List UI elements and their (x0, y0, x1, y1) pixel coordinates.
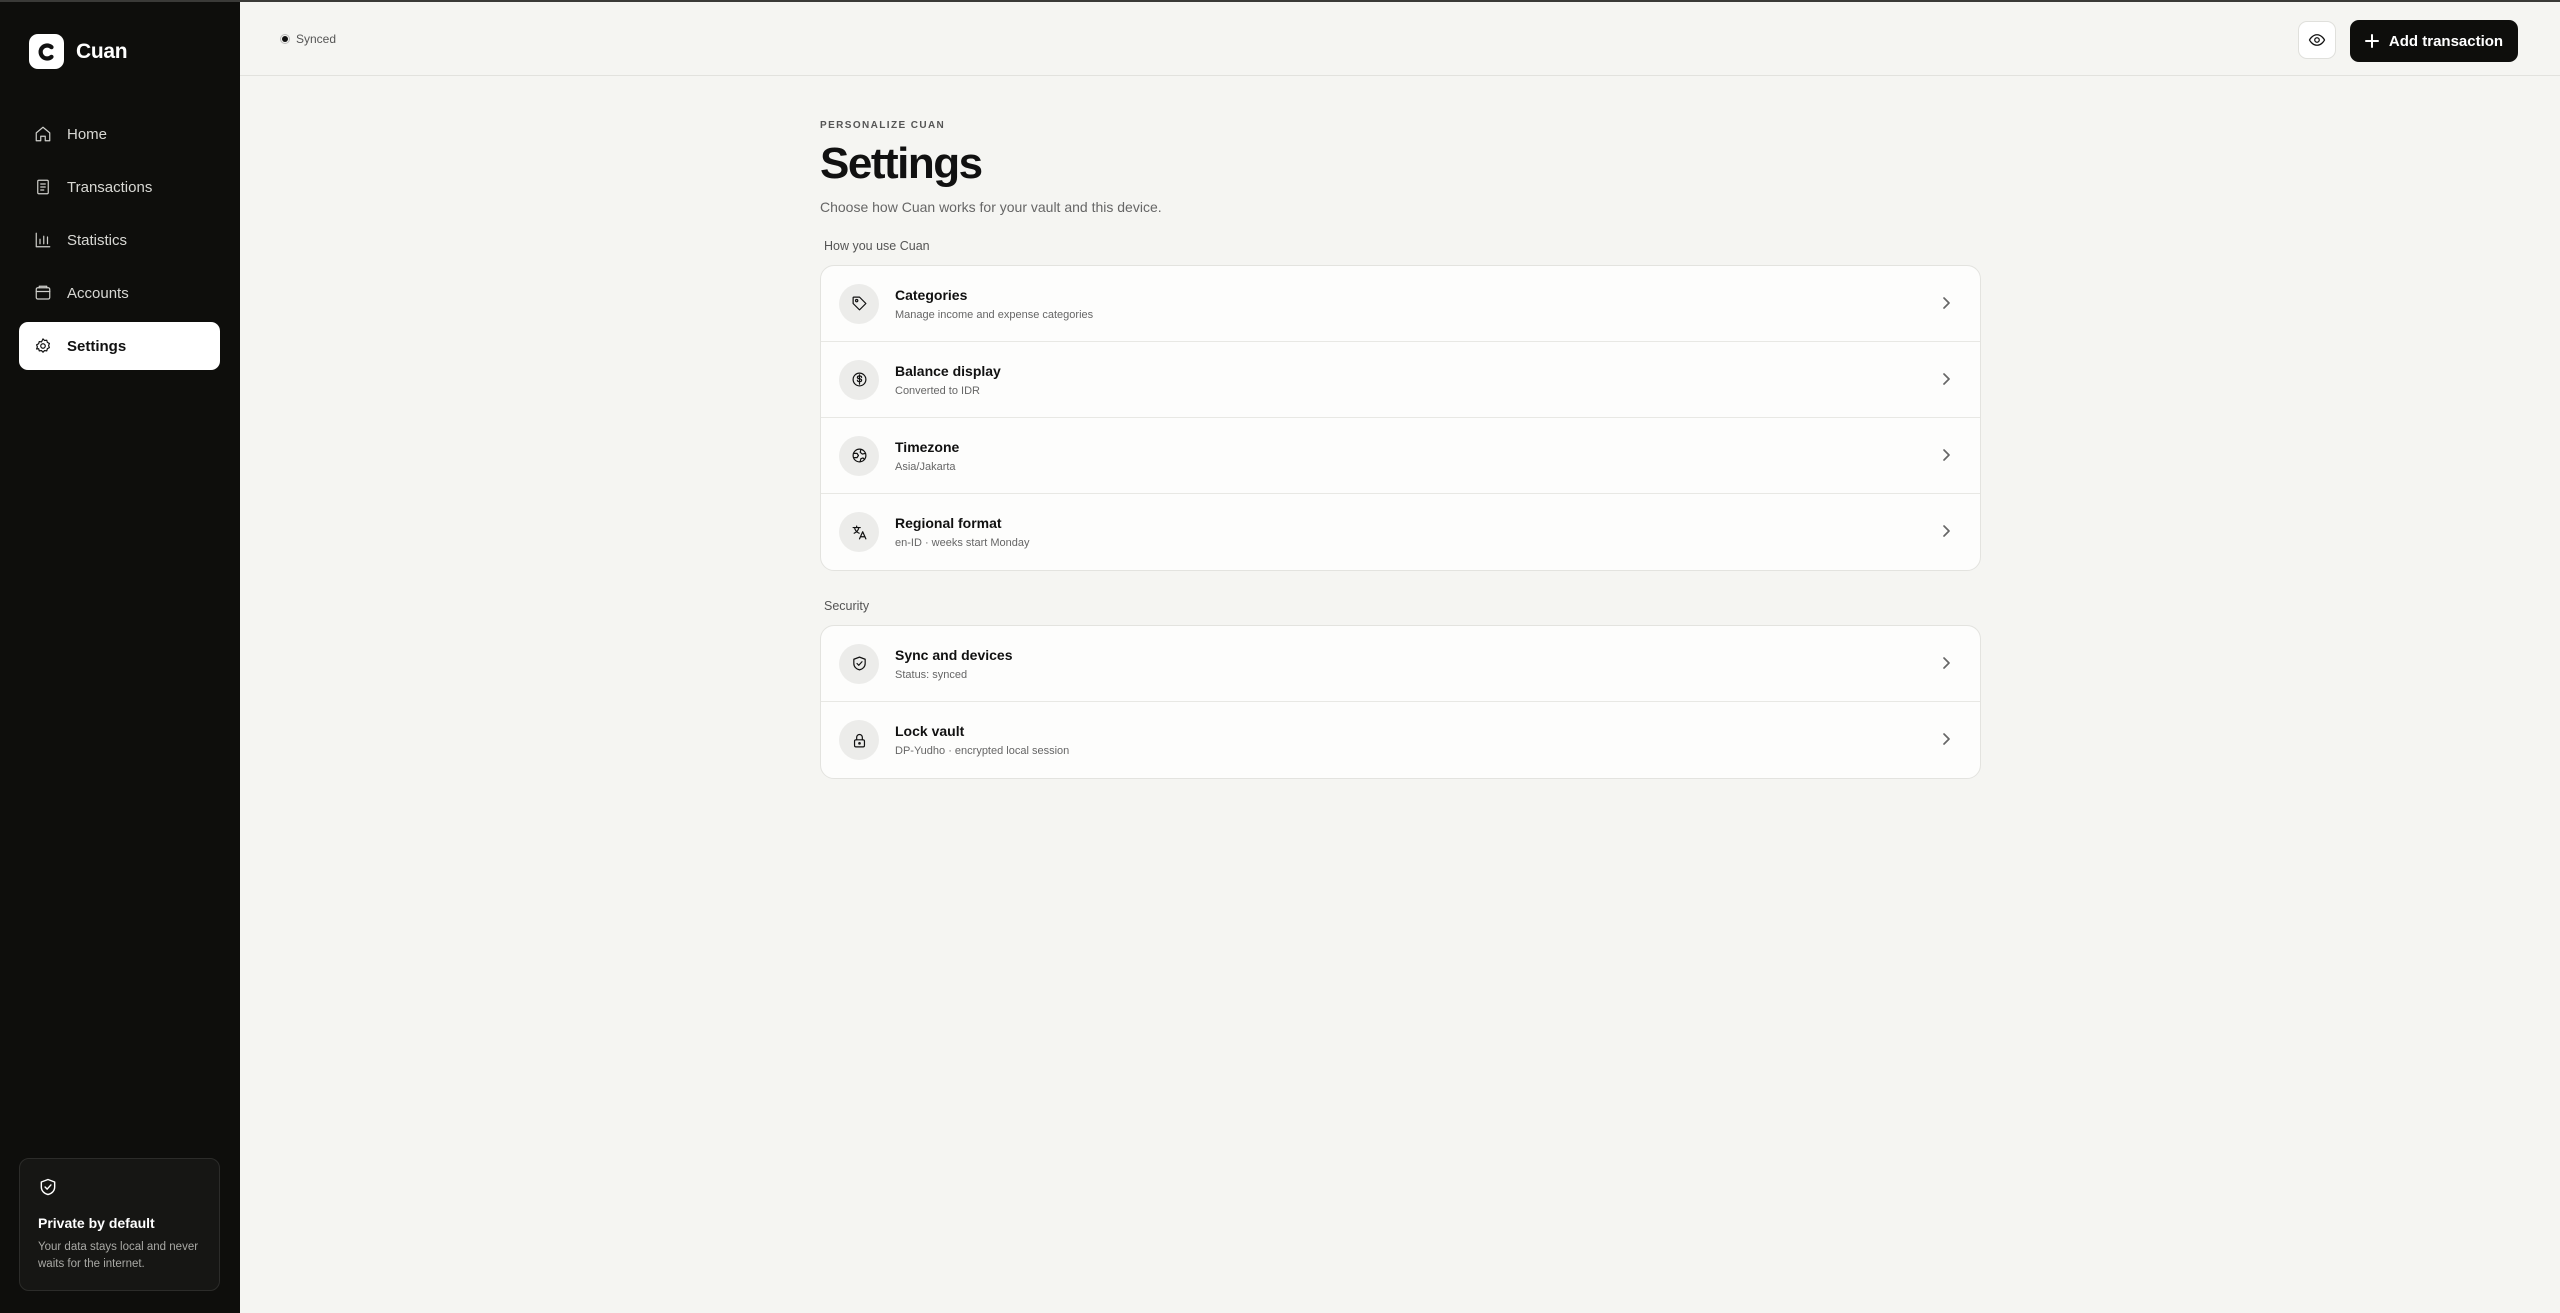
settings-card-security: Sync and devices Status: synced Lock vau… (820, 625, 1981, 779)
row-text: Lock vault DP-Yudho · encrypted local se… (895, 723, 1069, 757)
settings-row-lock-vault[interactable]: Lock vault DP-Yudho · encrypted local se… (821, 702, 1980, 778)
add-transaction-button[interactable]: Add transaction (2350, 20, 2518, 62)
row-subtitle: en-ID · weeks start Monday (895, 537, 1030, 549)
sidebar-item-settings[interactable]: Settings (19, 322, 220, 370)
sidebar-item-home[interactable]: Home (19, 110, 220, 158)
section-label-usage: How you use Cuan (824, 239, 930, 253)
row-title: Balance display (895, 362, 1001, 379)
sync-dot-icon (280, 34, 290, 44)
globe-icon (852, 448, 866, 463)
row-icon (839, 512, 879, 552)
brand-logo (29, 34, 64, 69)
home-icon (35, 126, 51, 142)
gear-icon (36, 338, 50, 353)
chevron-right-icon (1938, 523, 1954, 539)
sidebar-item-label: Accounts (67, 284, 129, 302)
plus-icon (2364, 34, 2379, 48)
main-area: Synced Add transaction PERSONALIZE CUAN … (240, 0, 2560, 1313)
row-icon (839, 435, 879, 476)
row-title: Timezone (895, 438, 960, 455)
chevron-right-icon (1938, 447, 1954, 463)
sidebar-item-statistics[interactable]: Statistics (19, 216, 220, 264)
section-label-security: Security (824, 599, 870, 613)
row-text: Timezone Asia/Jakarta (895, 439, 959, 473)
chevron-right-icon (1938, 655, 1954, 671)
dollar-circle-icon (852, 372, 866, 387)
shield-check-icon (852, 656, 866, 671)
brand-c-icon (38, 42, 54, 61)
row-title: Sync and devices (895, 646, 1013, 663)
chevron-right-icon (1938, 295, 1954, 311)
row-icon (839, 359, 879, 400)
page-eyebrow: PERSONALIZE CUAN (820, 120, 946, 131)
row-text: Categories Manage income and expense cat… (895, 287, 1093, 321)
privacy-title: Private by default (38, 1215, 155, 1231)
sidebar-item-label: Settings (67, 337, 127, 355)
row-title: Categories (895, 286, 968, 303)
sidebar-item-accounts[interactable]: Accounts (19, 269, 220, 317)
row-icon (839, 283, 879, 324)
sidebar-item-transactions[interactable]: Transactions (19, 163, 220, 211)
settings-row-regional-format[interactable]: Regional format en-ID · weeks start Mond… (821, 494, 1980, 570)
sidebar: Cuan Home Transactions Statistics Accoun… (0, 0, 240, 1313)
row-text: Regional format en-ID · weeks start Mond… (895, 515, 1030, 549)
settings-row-balance-display[interactable]: Balance display Converted to IDR (821, 342, 1980, 418)
row-icon (839, 643, 879, 684)
sidebar-item-label: Statistics (67, 231, 128, 249)
add-transaction-label: Add transaction (2388, 32, 2504, 50)
sidebar-item-label: Home (67, 125, 108, 143)
chevron-right-icon (1938, 731, 1954, 747)
row-text: Sync and devices Status: synced (895, 647, 1013, 681)
privacy-text: Your data stays local and never waits fo… (38, 1241, 199, 1270)
row-subtitle: DP-Yudho · encrypted local session (895, 745, 1070, 757)
row-title: Regional format (895, 515, 1002, 531)
sync-status: Synced (280, 32, 336, 46)
chevron-right-icon (1938, 371, 1954, 387)
settings-row-sync-devices[interactable]: Sync and devices Status: synced (821, 626, 1980, 702)
page-title: Settings (820, 139, 983, 188)
sync-status-label: Synced (296, 32, 337, 46)
wallet-icon (35, 285, 51, 300)
settings-card-usage: Categories Manage income and expense cat… (820, 265, 1981, 571)
language-icon (852, 525, 866, 539)
topbar: Synced Add transaction (240, 0, 2560, 76)
row-icon (839, 720, 879, 760)
row-text: Balance display Converted to IDR (895, 363, 1001, 397)
brand[interactable]: Cuan (29, 34, 128, 69)
bar-chart-icon (35, 232, 51, 248)
settings-content: PERSONALIZE CUAN Settings Choose how Cua… (820, 120, 1981, 779)
row-subtitle: Manage income and expense categories (895, 308, 1094, 321)
settings-row-timezone[interactable]: Timezone Asia/Jakarta (821, 418, 1980, 494)
privacy-card: Private by default Your data stays local… (19, 1158, 220, 1291)
settings-row-categories[interactable]: Categories Manage income and expense cat… (821, 266, 1980, 342)
lock-icon (853, 733, 865, 747)
shield-check-icon (40, 1178, 56, 1196)
brand-name: Cuan (76, 39, 128, 63)
toggle-visibility-button[interactable] (2298, 21, 2336, 59)
sidebar-item-label: Transactions (67, 178, 153, 196)
receipt-icon (37, 179, 49, 195)
sidebar-nav: Home Transactions Statistics Accounts Se… (19, 110, 220, 375)
tag-icon (852, 296, 866, 311)
row-subtitle: Asia/Jakarta (895, 460, 956, 473)
row-title: Lock vault (895, 723, 965, 739)
row-subtitle: Status: synced (895, 668, 968, 681)
row-subtitle: Converted to IDR (895, 384, 980, 397)
eye-icon (2308, 34, 2326, 46)
page-subtitle: Choose how Cuan works for your vault and… (820, 199, 1162, 215)
